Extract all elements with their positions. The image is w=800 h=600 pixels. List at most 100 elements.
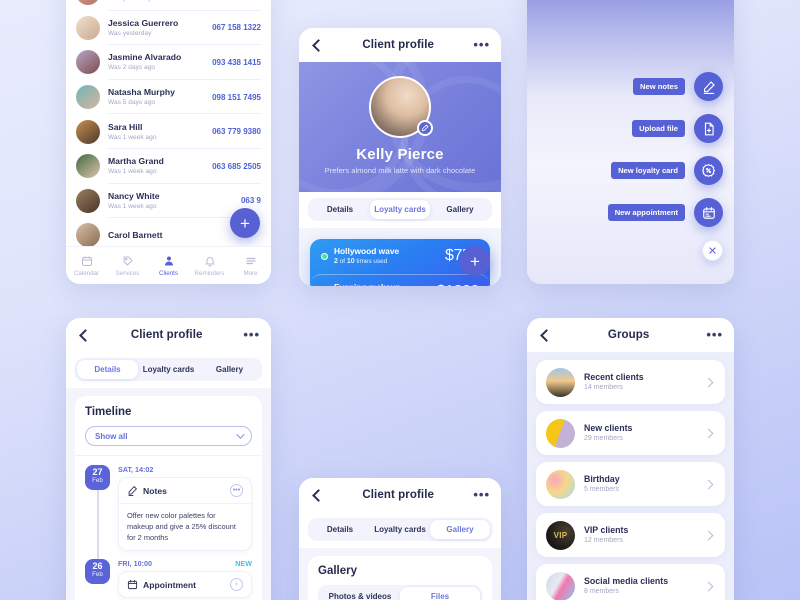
chevron-right-icon xyxy=(703,581,714,591)
more-icon[interactable]: ••• xyxy=(706,328,723,341)
usage-used: 2 xyxy=(334,258,338,265)
pencil-icon[interactable] xyxy=(694,72,723,101)
avatar xyxy=(76,0,100,6)
more-icon[interactable]: ••• xyxy=(243,328,260,341)
contact-phone[interactable]: 093 438 1415 xyxy=(212,58,261,67)
tab-services[interactable]: Services xyxy=(107,255,148,277)
contact-phone[interactable]: 067 158 1322 xyxy=(212,23,261,32)
back-icon[interactable] xyxy=(310,489,323,502)
group-members: 8 members xyxy=(584,587,620,595)
tab-label: Reminders xyxy=(194,269,225,277)
list-item[interactable]: Birthday 5 members xyxy=(536,462,725,506)
tab-loyalty-cards[interactable]: Loyalty cards xyxy=(370,200,430,219)
close-icon[interactable] xyxy=(702,240,723,261)
entry-time: FRI, 10:00 xyxy=(118,559,152,568)
tab-gallery[interactable]: Gallery xyxy=(430,200,490,219)
avatar xyxy=(76,85,100,110)
more-icon[interactable]: ••• xyxy=(230,484,243,497)
page-title: Client profile xyxy=(362,39,435,51)
action-new-loyalty-card[interactable]: New loyalty card xyxy=(608,156,723,185)
navbar: Client profile ••• xyxy=(299,478,501,512)
entry-type: Appointment xyxy=(143,579,196,590)
more-icon[interactable]: ••• xyxy=(473,488,490,501)
group-members: 12 members xyxy=(584,536,623,544)
timeline-entry[interactable]: 27 Feb SAT, 14:02 Notes ••• Offer new co… xyxy=(85,465,252,561)
calendar-icon[interactable] xyxy=(694,198,723,227)
timeline-filter-select[interactable]: Show all xyxy=(85,426,252,446)
list-item[interactable]: VIP VIP clients 12 members xyxy=(536,513,725,557)
add-client-button[interactable]: + xyxy=(230,208,260,238)
tab-reminders[interactable]: Reminders xyxy=(189,255,230,277)
chevron-down-icon xyxy=(236,430,245,439)
subtab-files[interactable]: Files xyxy=(400,587,480,600)
chevron-right-icon xyxy=(703,530,714,540)
date-month: Feb xyxy=(92,571,103,578)
action-new-appointment[interactable]: New appointment xyxy=(607,198,723,227)
action-label: Upload file xyxy=(632,120,685,137)
divider xyxy=(75,455,262,456)
contact-phone[interactable]: 063 9 xyxy=(241,196,261,205)
list-item[interactable]: Jessica Guerrero Was yesterday 067 158 1… xyxy=(66,11,271,46)
list-item[interactable]: New clients 29 members xyxy=(536,411,725,455)
timeline-entry[interactable]: 26 Feb FRI, 10:00 NEW Appointment › xyxy=(85,559,252,598)
add-loyalty-card-button[interactable]: + xyxy=(460,246,490,276)
action-upload-file[interactable]: Upload file xyxy=(608,114,723,143)
contact-phone[interactable]: 063 779 9380 xyxy=(212,127,261,136)
group-avatar xyxy=(546,418,575,448)
contact-name: Sara Hill xyxy=(108,121,143,132)
list-item[interactable]: Recent clients 14 members xyxy=(536,360,725,404)
section-title: Gallery xyxy=(318,565,357,577)
back-icon[interactable] xyxy=(310,39,323,52)
contact-phone[interactable]: 098 151 7495 xyxy=(212,93,261,102)
tab-details[interactable]: Details xyxy=(77,360,138,379)
entry-card[interactable]: Appointment › xyxy=(118,571,252,598)
usage-of: of xyxy=(339,258,346,265)
file-add-icon[interactable] xyxy=(694,114,723,143)
discount-badge-icon[interactable] xyxy=(694,156,723,185)
contact-name: Jessica Guerrero xyxy=(108,17,179,28)
timeline-connector xyxy=(97,490,99,561)
contact-lastseen: Was 1 week ago xyxy=(108,168,157,176)
tab-loyalty-cards[interactable]: Loyalty cards xyxy=(138,360,199,379)
list-item[interactable]: Social media clients 8 members xyxy=(536,564,725,600)
list-item[interactable]: Natasha Murphy Was 5 days ago 098 151 74… xyxy=(66,80,271,115)
avatar xyxy=(76,50,100,75)
navbar: Groups ••• xyxy=(527,318,734,352)
tab-label: More xyxy=(243,269,258,277)
group-members: 14 members xyxy=(584,383,623,391)
list-item[interactable]: Sara Hill Was 1 week ago 063 779 9380 xyxy=(66,114,271,149)
timeline-screen: Client profile ••• Details Loyalty cards… xyxy=(66,318,271,600)
more-icon[interactable]: ••• xyxy=(473,38,490,51)
back-icon[interactable] xyxy=(538,329,551,342)
list-item[interactable]: Jasmine Alvarado Was 2 days ago 093 438 … xyxy=(66,45,271,80)
edit-avatar-button[interactable] xyxy=(417,120,433,136)
tab-gallery[interactable]: Gallery xyxy=(199,360,260,379)
chevron-right-icon[interactable]: › xyxy=(230,578,243,591)
entry-body: Offer new color palettes for makeup and … xyxy=(119,503,251,550)
tab-calendar[interactable]: Calendar xyxy=(66,255,107,277)
action-label: New appointment xyxy=(607,204,685,221)
tab-gallery[interactable]: Gallery xyxy=(430,520,490,539)
subtab-photos-videos[interactable]: Photos & videos xyxy=(320,587,400,600)
filter-value: Show all xyxy=(95,431,128,441)
status-dot xyxy=(321,252,328,260)
tab-details[interactable]: Details xyxy=(310,200,370,219)
tab-clients[interactable]: Clients xyxy=(148,255,189,277)
back-icon[interactable] xyxy=(77,329,90,342)
tab-more[interactable]: More xyxy=(230,255,271,277)
entry-card[interactable]: Notes ••• Offer new color palettes for m… xyxy=(118,477,252,551)
navbar: Client profile ••• xyxy=(66,318,271,352)
list-item[interactable]: Martha Grand Was 1 week ago 063 685 2505 xyxy=(66,149,271,184)
group-name: Social media clients xyxy=(584,575,669,586)
profile-hero: Kelly Pierce Prefers almond milk latte w… xyxy=(299,62,501,192)
avatar xyxy=(76,223,100,248)
action-new-notes[interactable]: New notes xyxy=(608,72,723,101)
tab-loyalty-cards[interactable]: Loyalty cards xyxy=(370,520,430,539)
contact-phone[interactable]: 063 685 2505 xyxy=(212,162,261,171)
client-name: Kelly Pierce xyxy=(356,146,444,163)
date-day: 27 xyxy=(92,467,103,477)
list-item[interactable]: Christina Carter Was yesterday 098 817 5… xyxy=(66,0,271,11)
gallery-body: Gallery Photos & videos Files xyxy=(299,548,501,600)
tab-details[interactable]: Details xyxy=(310,520,370,539)
loyalty-card-item[interactable]: Evening makeup 5 of 10 times used $1200 xyxy=(310,274,490,286)
